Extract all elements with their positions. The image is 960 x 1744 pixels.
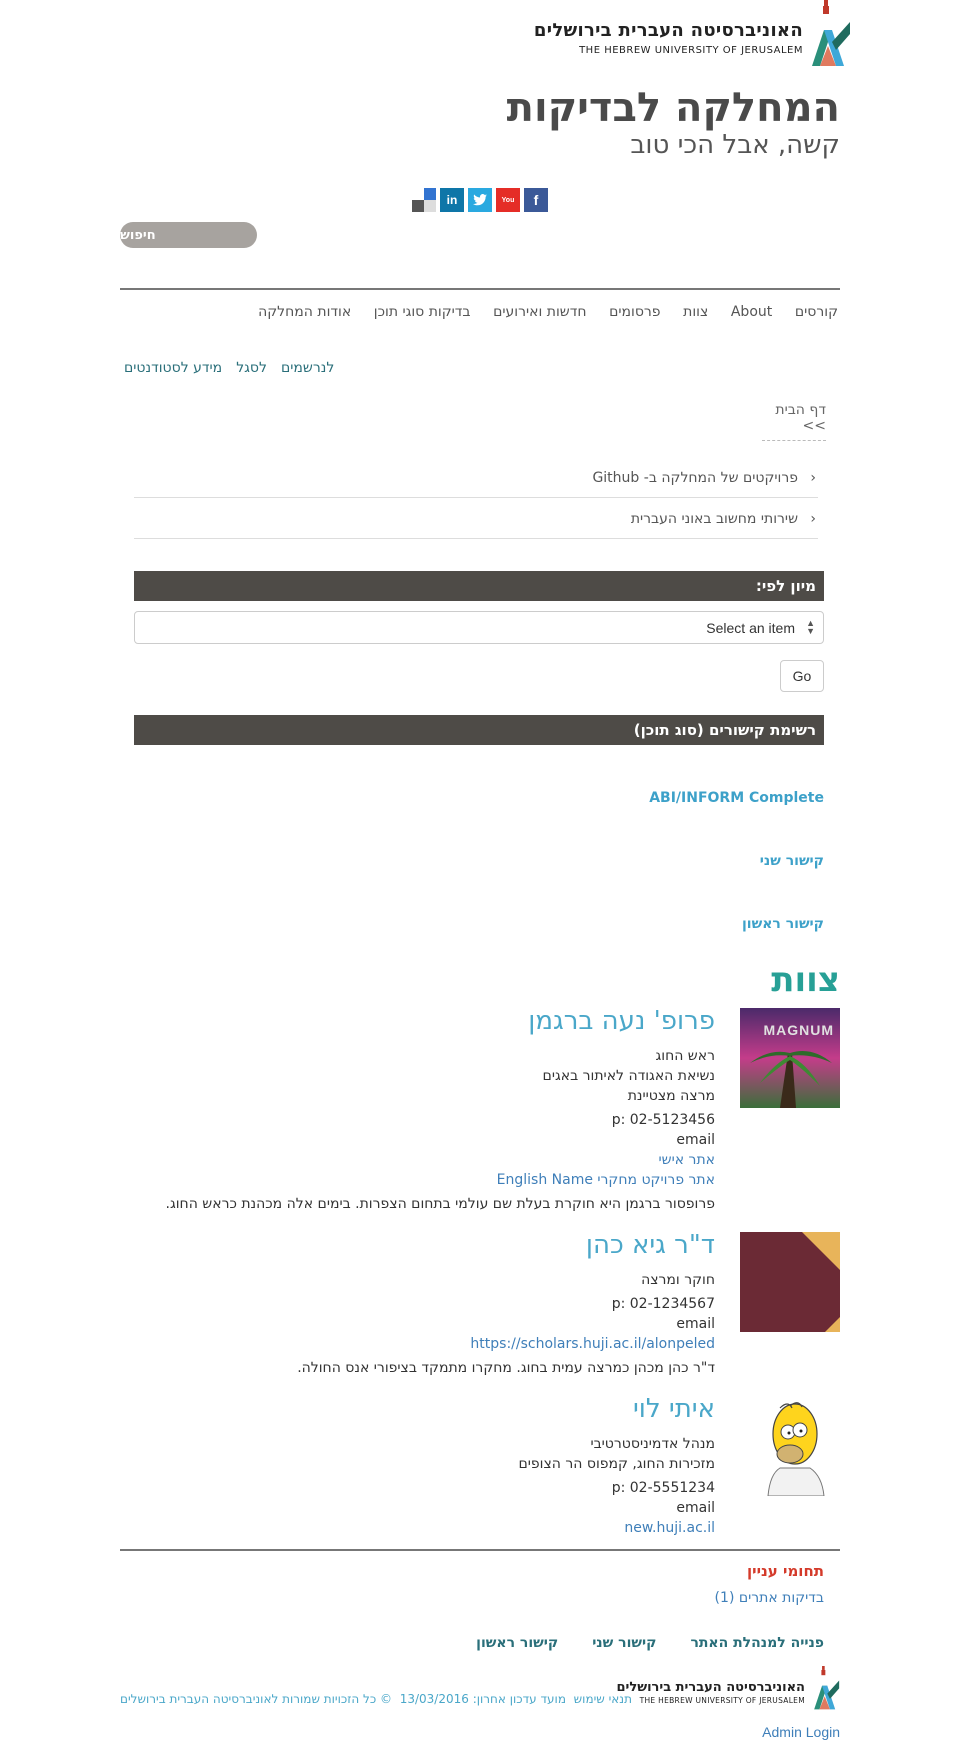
nav-courses[interactable]: קורסים bbox=[795, 304, 838, 324]
footer-university-name: האוניברסיטה העברית בירושלים THE HEBREW U… bbox=[616, 1680, 805, 1706]
menu-item-label: פרויקטים של המחלקה ב- Github bbox=[592, 469, 798, 486]
footer-copyright: © כל הזכויות שמורות לאוניברסיטה העברית ב… bbox=[120, 1692, 393, 1706]
sort-select[interactable]: Select an item ▲ ▼ bbox=[134, 611, 824, 644]
youtube-icon[interactable]: You bbox=[496, 188, 520, 212]
university-name-he: האוניברסיטה העברית בירושלים bbox=[533, 20, 803, 41]
member-link[interactable]: https://scholars.huji.ac.il/alonpeled bbox=[155, 1334, 715, 1354]
member-email[interactable]: email bbox=[155, 1130, 715, 1150]
member-role: מרצה מצטיינת bbox=[627, 1088, 715, 1104]
admin-login-link[interactable]: Admin Login bbox=[762, 1724, 840, 1740]
footer-link-first[interactable]: קישור ראשון bbox=[476, 1635, 558, 1651]
member-bio: ד"ר כהן מכהן כמרצה עמית בחוג. מחקרו מתמק… bbox=[297, 1360, 715, 1376]
member-bio: פרופסור ברגמן היא חוקרת בעלת שם עולמי בת… bbox=[165, 1196, 715, 1212]
nav-registrants[interactable]: לנרשמים bbox=[281, 360, 334, 376]
nav-news-events[interactable]: חדשות ואירועים bbox=[493, 304, 586, 324]
footer-link-contact[interactable]: פנייה למנהלת האתר bbox=[690, 1635, 824, 1651]
footer-last-update: מועד עדכון אחרון: 13/03/2016 bbox=[399, 1692, 566, 1706]
page: האוניברסיטה העברית בירושלים THE HEBREW U… bbox=[0, 0, 960, 1744]
links-list-header: רשימת קישורים (סוג תוכן) bbox=[134, 715, 824, 745]
member-link[interactable]: אתר אישי bbox=[155, 1150, 715, 1170]
member-photo-levi[interactable] bbox=[740, 1396, 840, 1497]
footer-terms[interactable]: תנאי שימוש bbox=[574, 1692, 632, 1706]
sort-select-value: Select an item bbox=[706, 619, 795, 636]
breadcrumb[interactable]: דף הבית >> bbox=[762, 402, 826, 441]
footer-divider bbox=[120, 1549, 840, 1551]
member-name[interactable]: ד"ר גיא כהן bbox=[155, 1228, 715, 1262]
university-name-en: THE HEBREW UNIVERSITY OF JERUSALEM bbox=[579, 45, 803, 56]
interests-title: תחומי עניין bbox=[747, 1562, 824, 1580]
nav-about-en[interactable]: About bbox=[731, 304, 772, 324]
member-link[interactable]: new.huji.ac.il bbox=[155, 1518, 715, 1538]
link-item-abi[interactable]: ABI/INFORM Complete bbox=[649, 790, 824, 806]
facebook-icon[interactable]: f bbox=[524, 188, 548, 212]
site-slogan: קשה, אבל הכי טוב bbox=[630, 130, 840, 160]
footer-meta: © כל הזכויות שמורות לאוניברסיטה העברית ב… bbox=[120, 1692, 632, 1706]
footer-university-en: THE HEBREW UNIVERSITY OF JERUSALEM bbox=[639, 1696, 805, 1705]
interest-link[interactable]: בדיקות אתרים (1) bbox=[715, 1590, 824, 1606]
search-button[interactable]: חיפוש bbox=[120, 222, 257, 248]
member-link[interactable]: אתר פרויקט מחקרי English Name bbox=[155, 1170, 715, 1190]
nav-publications[interactable]: פרסומים bbox=[609, 304, 660, 324]
menu-item-computing[interactable]: ‹ שירותי מחשוב באוני העברית bbox=[134, 499, 818, 539]
link-item-first[interactable]: קישור ראשון bbox=[742, 916, 824, 932]
footer-link-second[interactable]: קישור שני bbox=[592, 1635, 656, 1651]
member-role: מזכירות החוג, קמפוס הר הצופים bbox=[518, 1456, 716, 1472]
select-arrows-icon: ▲ ▼ bbox=[806, 618, 815, 636]
main-nav: אודות המחלקה בדיקות סוגי תוכן חדשות ואיר… bbox=[258, 304, 838, 324]
member-photo-cohen[interactable] bbox=[740, 1232, 840, 1332]
menu-item-github[interactable]: ‹ פרויקטים של המחלקה ב- Github bbox=[134, 458, 818, 498]
member-phone: p: 02-5123456 bbox=[611, 1112, 715, 1128]
member-card-levi: איתי לוי מנהל אדמיניסטרטיבי מזכירות החוג… bbox=[155, 1392, 716, 1538]
member-role: ראש החוג bbox=[655, 1048, 715, 1064]
header-divider bbox=[120, 288, 840, 290]
member-role: חוקר ומרצה bbox=[641, 1272, 715, 1288]
university-logo-icon[interactable] bbox=[810, 0, 850, 70]
nav-students-info[interactable]: מידע לסטודנטים bbox=[124, 360, 222, 376]
member-card-cohen: ד"ר גיא כהן חוקר ומרצה p: 02-1234567 ema… bbox=[155, 1228, 715, 1378]
footer-links: קישור ראשון קישור שני פנייה למנהלת האתר bbox=[476, 1635, 824, 1651]
chevron-left-icon: ‹ bbox=[810, 470, 816, 486]
delicious-icon[interactable] bbox=[412, 188, 436, 212]
menu-item-label: שירותי מחשוב באוני העברית bbox=[630, 510, 798, 527]
university-name[interactable]: האוניברסיטה העברית בירושלים THE HEBREW U… bbox=[534, 20, 803, 58]
member-phone: p: 02-1234567 bbox=[611, 1296, 715, 1312]
go-button[interactable]: Go bbox=[780, 660, 824, 692]
member-name[interactable]: פרופ' נעה ברגמן bbox=[155, 1004, 715, 1038]
photo-caption: MAGNUM bbox=[763, 1022, 834, 1038]
social-icons: in You f bbox=[412, 188, 548, 212]
nav-faculty[interactable]: לסגל bbox=[236, 360, 267, 376]
member-card-bergman: פרופ' נעה ברגמן ראש החוג נשיאת האגודה לא… bbox=[155, 1004, 715, 1214]
member-email[interactable]: email bbox=[155, 1314, 715, 1334]
nav-staff[interactable]: צוות bbox=[683, 304, 708, 324]
member-email[interactable]: email bbox=[155, 1498, 715, 1518]
nav-content-types[interactable]: בדיקות סוגי תוכן bbox=[374, 304, 471, 324]
link-item-second[interactable]: קישור שני bbox=[760, 853, 824, 869]
team-title: צוות bbox=[771, 960, 840, 1000]
footer-university-he: האוניברסיטה העברית בירושלים bbox=[616, 1680, 805, 1695]
twitter-icon[interactable] bbox=[468, 188, 492, 212]
member-name[interactable]: איתי לוי bbox=[155, 1392, 715, 1426]
secondary-nav: מידע לסטודנטים לסגל לנרשמים bbox=[124, 360, 334, 376]
nav-about-department[interactable]: אודות המחלקה bbox=[258, 304, 351, 324]
linkedin-icon[interactable]: in bbox=[440, 188, 464, 212]
member-role: מנהל אדמיניסטרטיבי bbox=[590, 1436, 715, 1452]
sort-by-header: מיון לפי: bbox=[134, 571, 824, 601]
site-title[interactable]: המחלקה לבדיקות bbox=[507, 85, 840, 131]
member-phone: p: 02-5551234 bbox=[611, 1480, 715, 1496]
member-role: נשיאת האגודה לאיתור באגים bbox=[542, 1068, 715, 1084]
footer-logo-icon[interactable] bbox=[812, 1666, 840, 1712]
chevron-left-icon: ‹ bbox=[810, 511, 816, 527]
